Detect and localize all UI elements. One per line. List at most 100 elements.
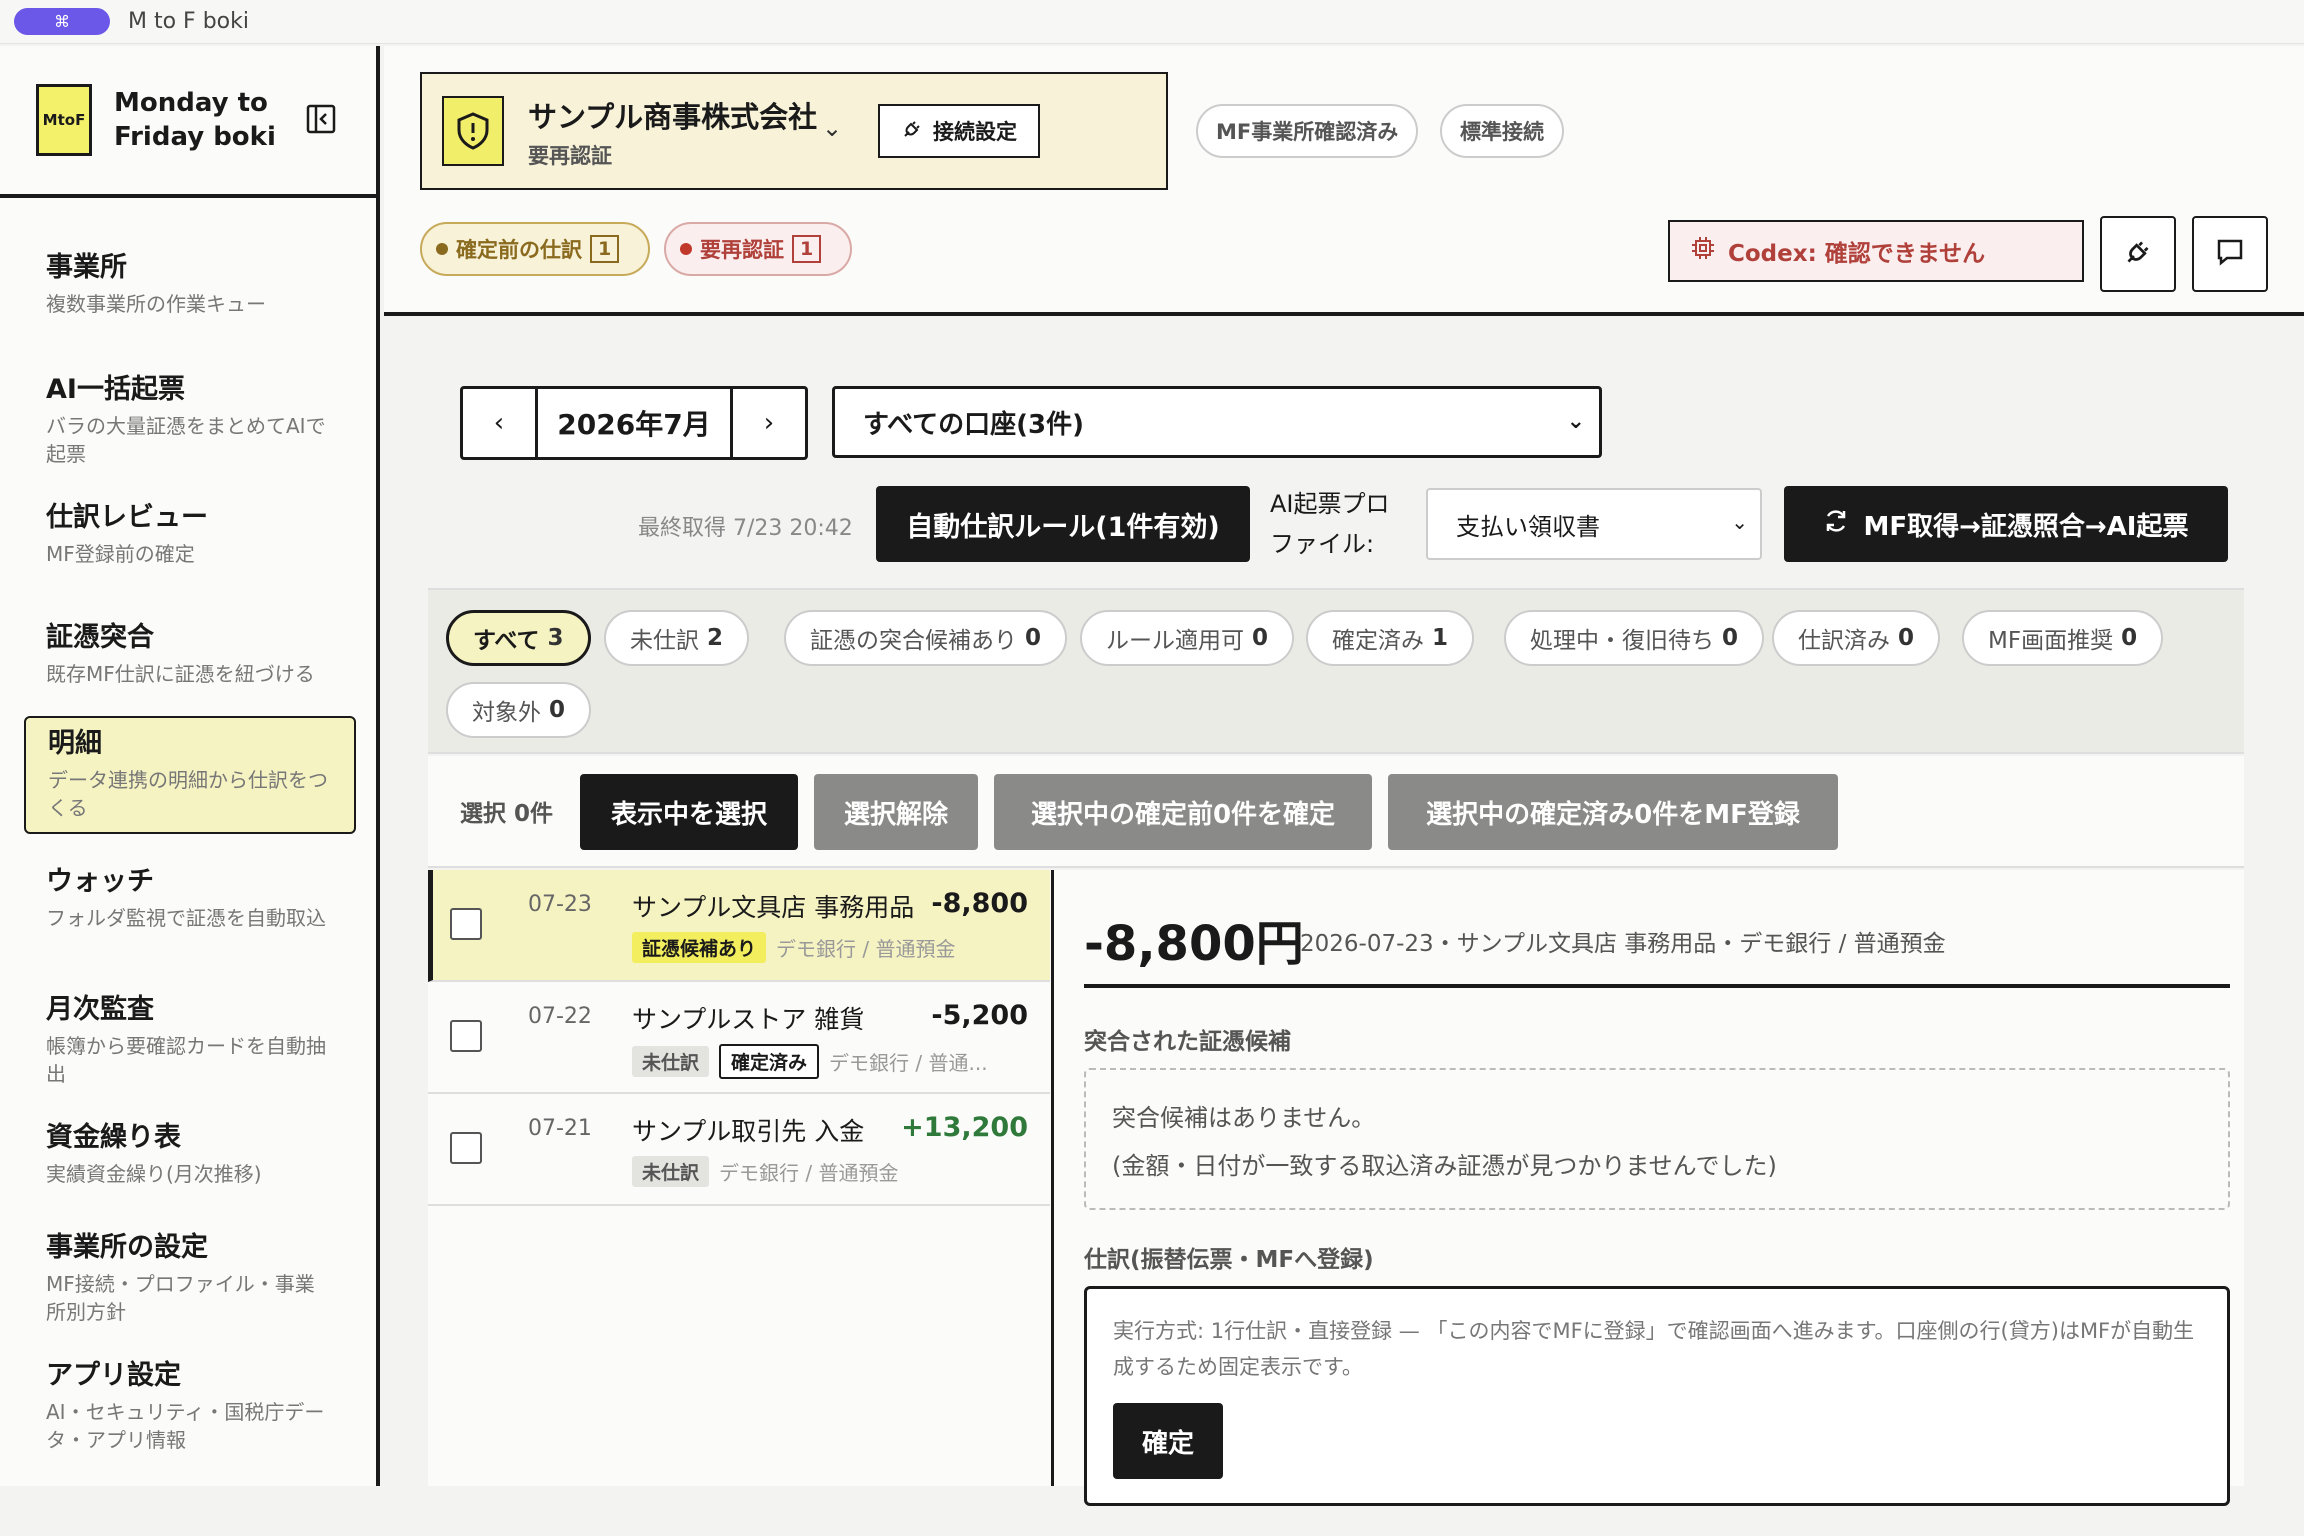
empty-message-detail: (金額・日付が一致する取込済み証憑が見つかりませんでした) [1112,1152,1777,1180]
connection-button[interactable] [2100,216,2176,292]
codex-status-text: Codex: 確認できません [1728,241,1986,267]
sidebar-item-title: 仕訳レビュー [46,502,208,533]
filter-rule-applicable[interactable]: ルール適用可 0 [1080,610,1295,666]
account-select[interactable]: すべての口座(3件) ⌄ [832,386,1602,458]
journal-entry-box: 実行方式: 1行仕訳・直接登録 — 「この内容でMFに登録」で確認画面へ進みます… [1084,1286,2230,1506]
filter-journaled[interactable]: 仕訳済み 0 [1772,610,1941,666]
sidebar-item-desc: フォルダ監視で証憑を自動取込 [46,906,326,930]
filter-count: 0 [1252,625,1269,651]
status-badge: 確定済み [719,1044,820,1079]
sidebar-item-desc: データ連携の明細から仕訳をつくる [48,768,328,820]
filter-unjournaled[interactable]: 未仕訳 2 [604,610,750,666]
row-amount: +13,200 [901,1112,1028,1143]
filter-label: ルール適用可 [1106,628,1244,654]
sidebar-item-title: 証憑突合 [46,622,154,653]
select-visible-button[interactable]: 表示中を選択 [580,774,798,850]
shield-icon [442,96,504,166]
sidebar-item-offices[interactable]: 事業所 複数事業所の作業キュー [24,242,356,326]
matched-vouchers-heading: 突合された証憑候補 [1084,1029,1291,1055]
brand-name-line1: Monday to [114,88,268,118]
prev-month-button[interactable]: ‹ [463,389,535,457]
row-tags: 未仕訳 デモ銀行 / 普通預金 [632,1156,898,1187]
row-account: デモ銀行 / 普通預金 [719,1161,899,1185]
status-badge: 未仕訳 [632,1156,710,1187]
account-select-value: すべての口座(3件) [863,409,1084,440]
table-row[interactable]: 07-23 サンプル文具店 事務用品 -8,800 証憑候補あり デモ銀行 / … [428,870,1050,982]
filter-count: 0 [2121,625,2138,651]
filter-label: MF画面推奨 [1988,628,2114,654]
pending-journals-badge[interactable]: 確定前の仕訳 1 [420,222,650,276]
command-palette-button[interactable]: ⌘ [14,8,110,35]
run-pipeline-button[interactable]: MF取得→証憑照合→AI起票 [1784,486,2228,562]
matched-vouchers-empty: 突合候補はありません。 (金額・日付が一致する取込済み証憑が見つかりませんでした… [1084,1068,2230,1210]
sidebar: MtoF Monday to Friday boki 事業所 複数事業所の作業キ… [0,46,380,1486]
chat-icon [2215,237,2245,271]
sidebar-item-app-settings[interactable]: アプリ設定 AI・セキュリティ・国税庁データ・アプリ情報 [24,1350,356,1462]
transaction-list: 07-23 サンプル文具店 事務用品 -8,800 証憑候補あり デモ銀行 / … [428,870,1054,1486]
sidebar-item-journal-review[interactable]: 仕訳レビュー MF登録前の確定 [24,492,356,576]
filter-match-candidates[interactable]: 証憑の突合候補あり 0 [784,610,1068,666]
confirm-button[interactable]: 確定 [1113,1403,1223,1479]
sidebar-item-desc: AI・セキュリティ・国税庁データ・アプリ情報 [46,1400,325,1452]
company-selector[interactable]: サンプル商事株式会社 要再認証 ⌄ 接続設定 [420,72,1168,190]
row-description: サンプル文具店 事務用品 [632,893,915,922]
detail-panel: -8,800円 2026-07-23・サンプル文具店 事務用品・デモ銀行 / 普… [1054,870,2244,1506]
sidebar-item-monthly-audit[interactable]: 月次監査 帳簿から要確認カードを自動抽出 [24,984,356,1096]
chevron-down-icon: ⌄ [1731,510,1748,534]
row-checkbox[interactable] [450,908,482,940]
chevron-right-icon: › [763,408,775,438]
filter-label: すべて [473,628,540,654]
sidebar-item-desc: MF接続・プロファイル・事業所別方針 [46,1272,315,1324]
journal-entry-heading: 仕訳(振替伝票・MFへ登録) [1084,1247,1374,1273]
refresh-icon [1823,508,1849,541]
sidebar-item-office-settings[interactable]: 事業所の設定 MF接続・プロファイル・事業所別方針 [24,1222,356,1334]
sidebar-item-voucher-match[interactable]: 証憑突合 既存MF仕訳に証憑を紐づける [24,612,356,696]
confirm-pending-button[interactable]: 選択中の確定前0件を確定 [994,774,1372,850]
register-confirmed-button[interactable]: 選択中の確定済み0件をMF登録 [1388,774,1838,850]
row-date: 07-23 [528,892,592,917]
filter-excluded[interactable]: 対象外 0 [446,682,592,738]
main-content: ‹ 2026年7月 › すべての口座(3件) ⌄ 最終取得 7/23 20:42… [384,320,2304,1506]
sidebar-item-statements[interactable]: 明細 データ連携の明細から仕訳をつくる [24,716,356,834]
auto-rule-button[interactable]: 自動仕訳ルール(1件有効) [876,486,1250,562]
row-account: デモ銀行 / 普通預金 [776,937,956,961]
sidebar-item-cashflow[interactable]: 資金繰り表 実績資金繰り(月次推移) [24,1112,356,1196]
collapse-sidebar-icon[interactable] [306,104,336,134]
chevron-down-icon: ⌄ [1566,409,1585,434]
filter-label: 仕訳済み [1798,628,1890,654]
reauth-badge[interactable]: 要再認証 1 [664,222,852,276]
filter-all[interactable]: すべて 3 [446,610,591,666]
filter-label: 未仕訳 [630,628,699,654]
filter-count: 0 [1722,625,1739,651]
journal-entry-description: 実行方式: 1行仕訳・直接登録 — 「この内容でMFに登録」で確認画面へ進みます… [1113,1319,2195,1379]
filter-count: 2 [707,625,724,651]
profile-select[interactable]: 支払い領収書 ⌄ [1426,488,1762,560]
status-dot-icon [680,243,692,255]
row-checkbox[interactable] [450,1020,482,1052]
row-checkbox[interactable] [450,1132,482,1164]
clear-selection-button[interactable]: 選択解除 [814,774,978,850]
status-dot-icon [436,243,448,255]
table-row[interactable]: 07-22 サンプルストア 雑貨 -5,200 未仕訳 確定済み デモ銀行 / … [428,982,1050,1094]
profile-label-line1: AI起票プロ [1270,490,1390,518]
sidebar-item-ai-bulk[interactable]: AI一括起票 バラの大量証憑をまとめてAIで起票 [24,364,356,476]
chevron-left-icon: ‹ [493,408,505,438]
filter-mf-recommended[interactable]: MF画面推奨 0 [1962,610,2164,666]
chevron-down-icon[interactable]: ⌄ [822,114,842,142]
row-amount: -5,200 [931,1000,1028,1031]
filter-processing[interactable]: 処理中・復旧待ち 0 [1504,610,1765,666]
next-month-button[interactable]: › [733,389,805,457]
sidebar-item-watch[interactable]: ウォッチ フォルダ監視で証憑を自動取込 [24,856,356,940]
filter-count: 0 [549,697,566,723]
plug-icon [901,118,923,145]
sidebar-item-desc: 複数事業所の作業キュー [46,292,266,316]
pending-count: 1 [590,235,620,263]
connection-settings-button[interactable]: 接続設定 [878,104,1040,158]
chat-button[interactable] [2192,216,2268,292]
table-row[interactable]: 07-21 サンプル取引先 入金 +13,200 未仕訳 デモ銀行 / 普通預金 [428,1094,1050,1206]
month-navigator: ‹ 2026年7月 › [460,386,808,460]
filter-confirmed[interactable]: 確定済み 1 [1306,610,1475,666]
profile-label-line2: ファイル: [1270,530,1375,558]
filter-count: 1 [1432,625,1449,651]
codex-status[interactable]: Codex: 確認できません [1668,220,2084,282]
